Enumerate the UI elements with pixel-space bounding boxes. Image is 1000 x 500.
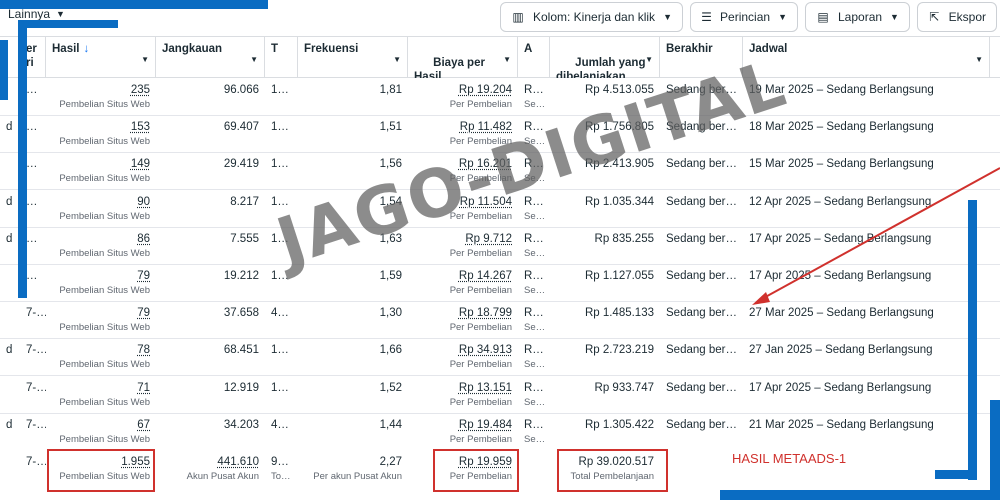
arrow-line <box>759 167 1000 301</box>
arrow-annotation <box>752 167 1000 305</box>
highlight-hasil <box>47 449 155 492</box>
highlight-jumlah <box>557 449 668 492</box>
arrow-head-icon <box>752 292 770 305</box>
annotation-note: HASIL METAADS-1 <box>732 451 847 466</box>
highlight-biaya <box>433 449 519 492</box>
